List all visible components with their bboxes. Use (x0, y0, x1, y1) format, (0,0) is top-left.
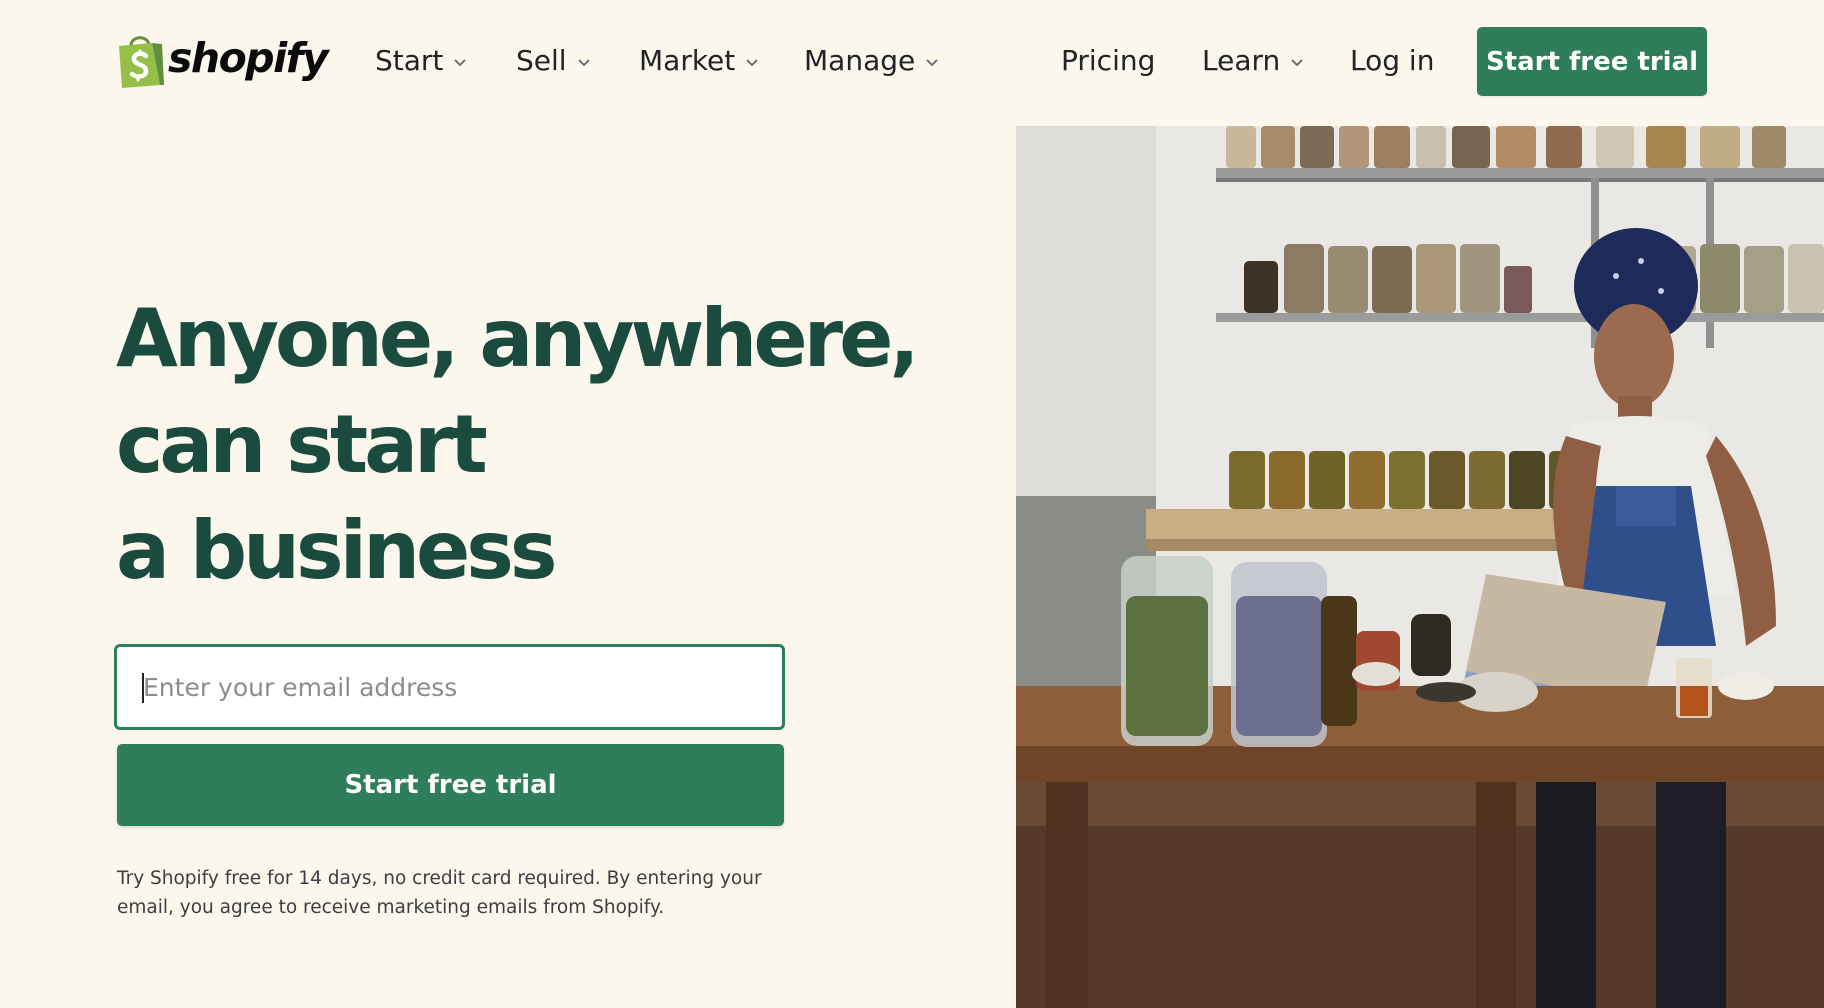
shopify-logo[interactable]: shopify (116, 30, 329, 88)
hero-headline-line-3: a business (116, 504, 558, 597)
merchant-illustration (1016, 126, 1824, 1008)
header-start-free-trial-button[interactable]: Start free trial (1477, 27, 1707, 96)
nav-manage-label: Manage (804, 44, 916, 77)
nav-learn[interactable]: Learn (1202, 44, 1303, 78)
chevron-down-icon (577, 58, 590, 66)
chevron-down-icon (746, 58, 758, 66)
shopping-bag-icon (119, 36, 164, 88)
text-cursor (142, 673, 144, 703)
hero-headline-line-2: can start (116, 398, 488, 491)
nav-market[interactable]: Market (639, 44, 758, 78)
nav-pricing[interactable]: Pricing (1061, 44, 1155, 78)
chevron-down-icon (454, 58, 467, 66)
site-header: shopify Start Sell Market Manage Pricing… (0, 0, 1824, 126)
nav-manage[interactable]: Manage (804, 44, 938, 78)
hero-start-free-trial-button[interactable]: Start free trial (117, 744, 784, 826)
nav-log-in[interactable]: Log in (1350, 44, 1434, 78)
hero-headline-line-1: Anyone, anywhere, (116, 292, 920, 385)
nav-sell[interactable]: Sell (516, 44, 590, 78)
hero-headline: Anyone, anywhere, can start a business (116, 286, 920, 604)
nav-start[interactable]: Start (375, 44, 467, 78)
logo-wordmark: shopify (168, 34, 329, 82)
nav-log-in-label: Log in (1350, 44, 1435, 77)
trial-disclaimer: Try Shopify free for 14 days, no credit … (117, 868, 762, 918)
nav-sell-label: Sell (516, 44, 567, 77)
nav-market-label: Market (639, 44, 736, 77)
nav-pricing-label: Pricing (1061, 44, 1156, 77)
email-input[interactable] (114, 644, 785, 730)
nav-learn-label: Learn (1202, 44, 1281, 77)
chevron-down-icon (1291, 58, 1303, 66)
nav-start-label: Start (375, 44, 444, 77)
chevron-down-icon (926, 58, 938, 66)
hero-photo (1016, 126, 1824, 1008)
